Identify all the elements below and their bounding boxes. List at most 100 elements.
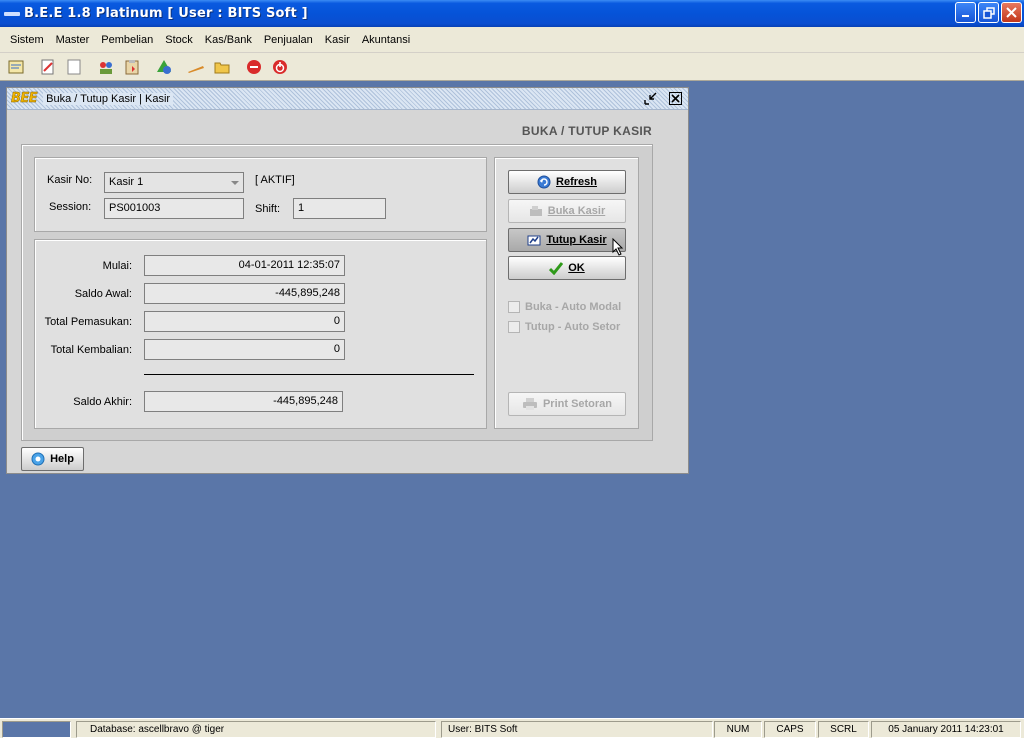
menu-stock[interactable]: Stock bbox=[159, 27, 199, 53]
dialog-title: Buka / Tutup Kasir | Kasir bbox=[43, 92, 174, 105]
mulai-label: Mulai: bbox=[102, 260, 132, 272]
print-setoran-label: Print Setoran bbox=[542, 398, 613, 410]
session-panel: Kasir No: Kasir 1 [ AKTIF] Session: PS00… bbox=[34, 157, 487, 232]
printer-icon bbox=[522, 398, 537, 410]
kasir-no-value: Kasir 1 bbox=[109, 176, 144, 188]
minimize-button[interactable] bbox=[955, 2, 976, 23]
refresh-icon bbox=[537, 175, 551, 189]
session-label: Session: bbox=[49, 201, 92, 213]
menu-kas-bank[interactable]: Kas/Bank bbox=[199, 27, 258, 53]
total-divider bbox=[144, 374, 474, 375]
help-button[interactable]: Help bbox=[21, 447, 84, 471]
auto-modal-label: Buka - Auto Modal bbox=[525, 301, 622, 313]
status-user: User: BITS Soft bbox=[441, 721, 713, 738]
help-label: Help bbox=[50, 453, 74, 465]
collapse-icon bbox=[644, 92, 657, 105]
total-pemasukan-field[interactable]: 0 bbox=[144, 311, 345, 332]
toolbar-new-button[interactable] bbox=[64, 57, 84, 77]
toolbar-chart-button[interactable] bbox=[154, 57, 174, 77]
shift-field[interactable]: 1 bbox=[293, 198, 386, 219]
pen-icon bbox=[188, 65, 204, 73]
edit-doc-icon bbox=[41, 59, 54, 74]
close-register-icon bbox=[527, 235, 541, 246]
dialog-title-bar: BEE Buka / Tutup Kasir | Kasir bbox=[7, 88, 688, 110]
main-panel: Kasir No: Kasir 1 [ AKTIF] Session: PS00… bbox=[21, 144, 653, 441]
ok-label: OK bbox=[568, 262, 585, 274]
notes-icon bbox=[8, 60, 24, 73]
status-scrl: SCRL bbox=[818, 721, 869, 738]
close-button[interactable] bbox=[1001, 2, 1022, 23]
toolbar-edit-button[interactable] bbox=[38, 57, 58, 77]
help-icon bbox=[31, 452, 45, 466]
menu-pembelian[interactable]: Pembelian bbox=[95, 27, 159, 53]
menu-penjualan[interactable]: Penjualan bbox=[258, 27, 319, 53]
close-icon bbox=[1006, 7, 1017, 18]
chevron-down-icon[interactable] bbox=[231, 181, 239, 185]
menu-master[interactable]: Master bbox=[50, 27, 96, 53]
shapes-icon bbox=[157, 59, 171, 74]
app-icon[interactable] bbox=[4, 11, 20, 16]
app-title: B.E.E 1.8 Platinum [ User : BITS Soft ] bbox=[24, 6, 308, 21]
status-caps: CAPS bbox=[764, 721, 816, 738]
app-title-bar: B.E.E 1.8 Platinum [ User : BITS Soft ] bbox=[0, 0, 1024, 27]
status-datetime: 05 January 2011 14:23:01 bbox=[871, 721, 1021, 738]
auto-setor-checkbox[interactable]: Tutup - Auto Setor bbox=[508, 321, 620, 333]
toolbar-folder-button[interactable] bbox=[212, 57, 232, 77]
total-kembalian-label: Total Kembalian: bbox=[50, 344, 132, 356]
ok-button[interactable]: OK bbox=[508, 256, 626, 280]
auto-setor-label: Tutup - Auto Setor bbox=[525, 321, 621, 333]
refresh-button[interactable]: Refresh bbox=[508, 170, 626, 194]
saldo-akhir-label: Saldo Akhir: bbox=[73, 396, 132, 408]
menu-bar: Sistem Master Pembelian Stock Kas/Bank P… bbox=[0, 27, 1024, 53]
dialog-minimize-button[interactable] bbox=[643, 91, 658, 106]
users-icon bbox=[100, 61, 112, 74]
saldo-awal-label: Saldo Awal: bbox=[74, 288, 132, 300]
bee-logo: BEE bbox=[11, 91, 38, 106]
menu-kasir[interactable]: Kasir bbox=[319, 27, 356, 53]
menu-akuntansi[interactable]: Akuntansi bbox=[356, 27, 416, 53]
kasir-no-select[interactable]: Kasir 1 bbox=[104, 172, 244, 193]
kasir-dialog: BEE Buka / Tutup Kasir | Kasir BUKA / TU… bbox=[6, 87, 689, 474]
check-icon bbox=[549, 262, 564, 275]
status-cell-blank bbox=[2, 721, 71, 738]
dialog-close-button[interactable] bbox=[668, 91, 683, 106]
menu-sistem[interactable]: Sistem bbox=[4, 27, 50, 53]
clipboard-icon bbox=[125, 59, 139, 74]
summary-panel: Mulai: 04-01-2011 12:35:07 Saldo Awal: -… bbox=[34, 239, 487, 429]
buka-kasir-button[interactable]: Buka Kasir bbox=[508, 199, 626, 223]
auto-modal-checkbox[interactable]: Buka - Auto Modal bbox=[508, 301, 621, 313]
toolbar-pen-button[interactable] bbox=[186, 57, 206, 77]
mulai-field[interactable]: 04-01-2011 12:35:07 bbox=[144, 255, 345, 276]
kasir-status: [ AKTIF] bbox=[255, 174, 295, 186]
close-icon bbox=[669, 92, 682, 105]
toolbar-exit-button[interactable] bbox=[270, 57, 290, 77]
tutup-kasir-button[interactable]: Tutup Kasir bbox=[508, 228, 626, 252]
refresh-label: Refresh bbox=[556, 176, 597, 188]
status-bar: Database: ascellbravo @ tiger User: BITS… bbox=[0, 718, 1024, 738]
restore-icon bbox=[982, 6, 995, 19]
tutup-kasir-label: Tutup Kasir bbox=[546, 234, 607, 246]
toolbar-stop-button[interactable] bbox=[244, 57, 264, 77]
auto-setor-box[interactable] bbox=[508, 321, 520, 333]
cash-register-icon bbox=[529, 206, 542, 216]
minimize-icon bbox=[961, 14, 969, 17]
session-field[interactable]: PS001003 bbox=[104, 198, 244, 219]
total-kembalian-field[interactable]: 0 bbox=[144, 339, 345, 360]
restore-button[interactable] bbox=[978, 2, 999, 23]
power-icon bbox=[273, 59, 287, 74]
saldo-awal-field[interactable]: -445,895,248 bbox=[144, 283, 345, 304]
saldo-akhir-field[interactable]: -445,895,248 bbox=[144, 391, 343, 412]
toolbar-clipboard-button[interactable] bbox=[122, 57, 142, 77]
status-database: Database: ascellbravo @ tiger bbox=[76, 721, 436, 738]
toolbar-users-button[interactable] bbox=[96, 57, 116, 77]
toolbar bbox=[0, 53, 1024, 81]
dialog-heading: BUKA / TUTUP KASIR bbox=[521, 124, 652, 138]
mouse-cursor-icon bbox=[612, 238, 624, 256]
window-controls bbox=[955, 2, 1022, 23]
shift-label: Shift: bbox=[255, 203, 281, 215]
auto-modal-box[interactable] bbox=[508, 301, 520, 313]
stop-icon bbox=[247, 59, 261, 74]
new-doc-icon bbox=[67, 59, 81, 74]
print-setoran-button[interactable]: Print Setoran bbox=[508, 392, 626, 416]
toolbar-notes-button[interactable] bbox=[6, 57, 26, 77]
